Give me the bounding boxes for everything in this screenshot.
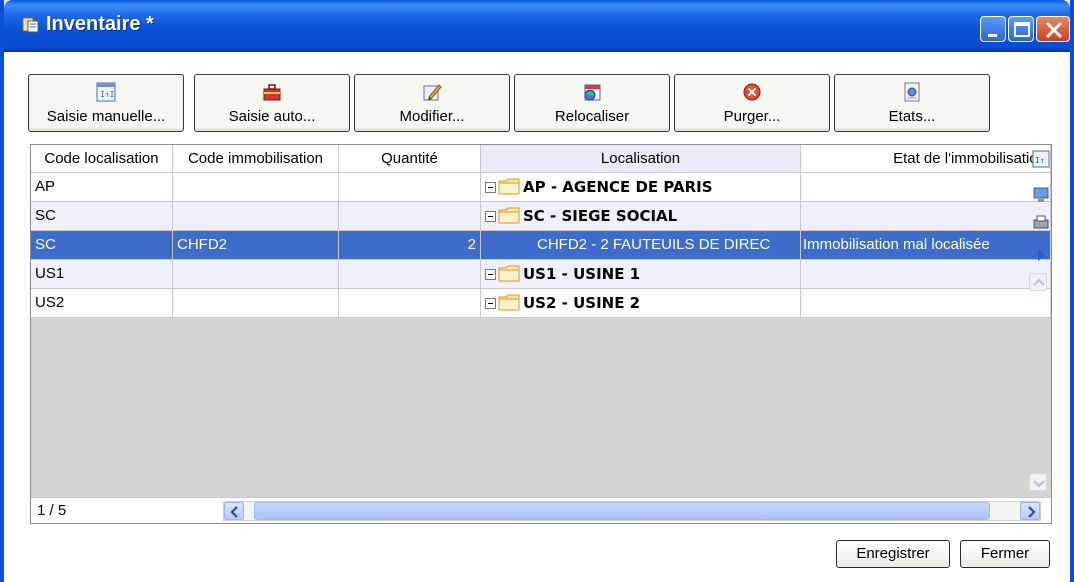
collapse-icon[interactable] — [485, 211, 496, 222]
localisation-label: US2 - USINE 2 — [523, 294, 641, 312]
cell-etat — [801, 202, 1051, 231]
table-row[interactable]: US2 US2 - USINE 2 — [31, 289, 1051, 318]
localisation-label: AP - AGENCE DE PARIS — [523, 178, 713, 196]
scroll-thumb[interactable] — [254, 502, 990, 520]
svg-text:I↑: I↑ — [1035, 156, 1045, 165]
status-bar: 1 / 5 — [31, 497, 1051, 523]
cell-localisation: US1 - USINE 1 — [481, 260, 801, 289]
saisie-auto-button[interactable]: Saisie auto... — [194, 74, 350, 132]
pager-count: 1 / 5 — [37, 502, 67, 519]
monitor-icon[interactable] — [1031, 185, 1051, 205]
modifier-button[interactable]: Modifier... — [354, 74, 510, 132]
inventaire-window: Inventaire * I↑I Saisie manuelle... Sais… — [0, 0, 1074, 582]
cell-localisation: AP - AGENCE DE PARIS — [481, 173, 801, 202]
cell-quantite — [339, 202, 481, 231]
folder-icon — [498, 294, 520, 311]
cell-quantite — [339, 260, 481, 289]
cell-etat — [801, 260, 1051, 289]
relocaliser-button[interactable]: Relocaliser — [514, 74, 670, 132]
chevron-right-icon — [1028, 506, 1036, 518]
minimize-icon — [988, 34, 997, 37]
printer-icon[interactable] — [1031, 213, 1051, 233]
cell-localisation: SC - SIEGE SOCIAL — [481, 202, 801, 231]
collapse-icon[interactable] — [485, 269, 496, 280]
cell-etat — [801, 289, 1051, 318]
scroll-left-button[interactable] — [224, 502, 244, 520]
cell-code-immobilisation — [173, 202, 339, 231]
inventory-table: Code localisation Code immobilisation Qu… — [30, 144, 1052, 524]
cell-localisation: CHFD2 - 2 FAUTEUILS DE DIREC — [481, 231, 801, 260]
cell-localisation: US2 - USINE 2 — [481, 289, 801, 318]
collapse-icon[interactable] — [485, 298, 496, 309]
collapse-icon[interactable] — [485, 182, 496, 193]
table-header: Code localisation Code immobilisation Qu… — [31, 145, 1051, 173]
chevron-up-icon — [1033, 278, 1045, 286]
folder-icon — [498, 207, 520, 224]
cell-code-immobilisation — [173, 260, 339, 289]
chevron-down-icon — [1033, 480, 1045, 488]
purger-button[interactable]: Purger... — [674, 74, 830, 132]
cell-code-localisation: US1 — [31, 260, 173, 289]
cell-code-immobilisation — [173, 173, 339, 202]
chevron-left-icon — [230, 506, 238, 518]
arrow-right-icon[interactable] — [1031, 245, 1051, 265]
fermer-button[interactable]: Fermer — [960, 540, 1050, 568]
saisie-manuelle-button[interactable]: I↑I Saisie manuelle... — [28, 74, 184, 132]
toolbox-icon — [263, 84, 281, 101]
enregistrer-label: Enregistrer — [856, 545, 930, 562]
table-row[interactable]: SC SC - SIEGE SOCIAL — [31, 202, 1051, 231]
manual-entry-icon: I↑I — [96, 82, 116, 102]
modifier-label: Modifier... — [399, 108, 465, 125]
cell-quantite: 2 — [339, 231, 481, 260]
scroll-right-button[interactable] — [1020, 502, 1040, 520]
calendar-globe-icon — [584, 84, 601, 101]
cell-quantite — [339, 173, 481, 202]
cell-code-immobilisation: CHFD2 — [173, 231, 339, 260]
inventory-app-icon — [22, 17, 39, 33]
svg-text:I↑I: I↑I — [100, 90, 115, 99]
cell-code-localisation: SC — [31, 231, 173, 260]
table-row[interactable]: AP AP - AGENCE DE PARIS — [31, 173, 1051, 202]
maximize-button[interactable] — [1008, 16, 1034, 42]
cell-code-immobilisation — [173, 289, 339, 318]
edit-pencil-icon — [423, 84, 442, 101]
cell-code-localisation: AP — [31, 173, 173, 202]
cell-etat: Immobilisation mal localisée — [801, 231, 1051, 260]
saisie-manuelle-label: Saisie manuelle... — [46, 108, 166, 125]
saisie-auto-label: Saisie auto... — [228, 108, 316, 125]
cell-etat — [801, 173, 1051, 202]
scroll-down-button[interactable] — [1029, 473, 1047, 491]
relocaliser-label: Relocaliser — [554, 108, 630, 125]
maximize-icon — [1014, 22, 1030, 37]
title-bar[interactable]: Inventaire * — [4, 0, 1070, 52]
minimize-button[interactable] — [980, 16, 1006, 42]
col-header-quantite[interactable]: Quantité — [339, 145, 481, 173]
enregistrer-button[interactable]: Enregistrer — [836, 540, 950, 568]
window-title: Inventaire * — [46, 13, 154, 35]
col-header-code-localisation[interactable]: Code localisation — [31, 145, 173, 173]
folder-icon — [498, 178, 520, 195]
purger-label: Purger... — [723, 108, 781, 125]
table-row[interactable]: US1 US1 - USINE 1 — [31, 260, 1051, 289]
col-header-localisation[interactable]: Localisation — [481, 145, 801, 173]
scroll-up-button[interactable] — [1029, 273, 1047, 291]
etats-label: Etats... — [888, 108, 936, 125]
etats-button[interactable]: Etats... — [834, 74, 990, 132]
close-window-button[interactable] — [1036, 16, 1070, 42]
close-icon — [1045, 21, 1063, 39]
report-icon — [904, 82, 920, 102]
folder-icon — [498, 265, 520, 282]
cell-code-localisation: US2 — [31, 289, 173, 318]
horizontal-scrollbar[interactable] — [223, 501, 1041, 521]
col-header-code-immobilisation[interactable]: Code immobilisation — [173, 145, 339, 173]
red-x-icon — [743, 83, 761, 101]
fermer-label: Fermer — [980, 545, 1030, 562]
table-row-selected[interactable]: SC CHFD2 2 CHFD2 - 2 FAUTEUILS DE DIREC … — [31, 231, 1051, 260]
localisation-label: SC - SIEGE SOCIAL — [523, 207, 678, 225]
column-settings-icon[interactable]: I↑ — [1031, 149, 1051, 169]
localisation-label: US1 - USINE 1 — [523, 265, 641, 283]
cell-quantite — [339, 289, 481, 318]
cell-code-localisation: SC — [31, 202, 173, 231]
col-header-etat[interactable]: Etat de l'immobilisation — [801, 145, 1051, 173]
